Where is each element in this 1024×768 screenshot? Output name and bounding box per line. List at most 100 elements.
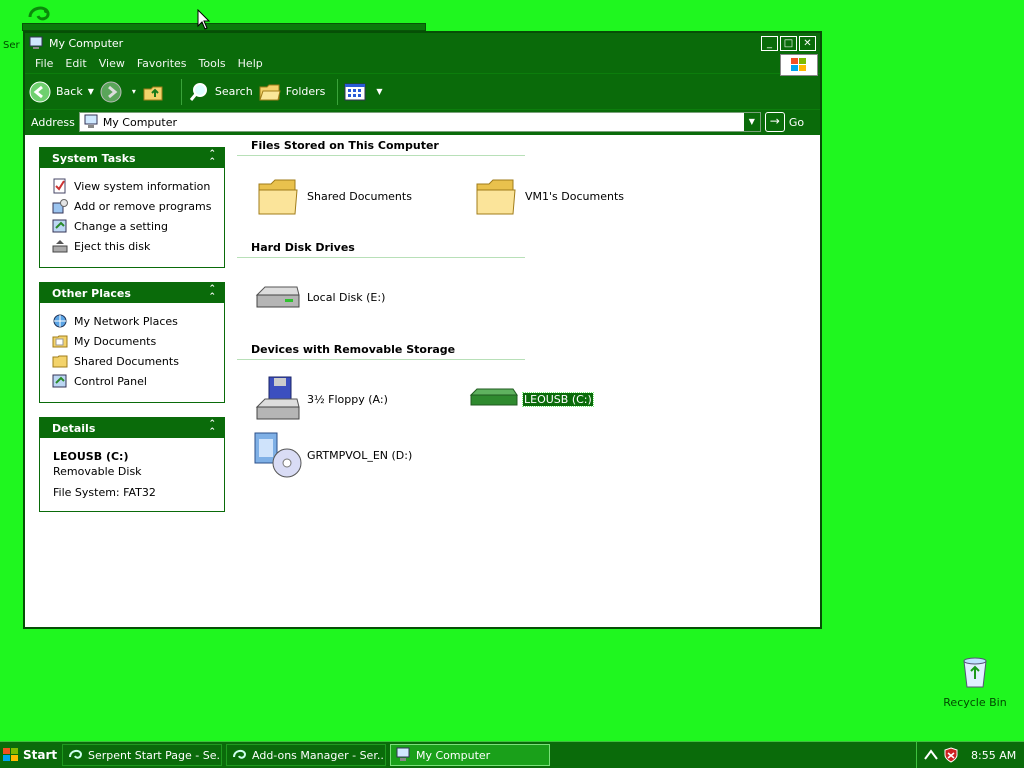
collapse-chevron-icon[interactable]: ⌃ ⌃ (208, 420, 216, 437)
recycle-bin-icon (958, 655, 992, 689)
item-label-selected: LEOUSB (C:) (522, 391, 594, 407)
computer-icon (29, 36, 43, 50)
task-label: Serpent Start Page - Se... (88, 748, 222, 762)
maximize-button[interactable]: □ (780, 35, 797, 51)
up-folder-button[interactable] (142, 81, 169, 103)
add-remove-programs-icon (52, 198, 68, 214)
tray-network-icon[interactable] (923, 747, 939, 763)
other-places-panel: Other Places ⌃ ⌃ My Network Places My Doc… (39, 282, 225, 403)
leousb-c-item[interactable]: LEOUSB (C:) (469, 375, 594, 423)
system-tray: 8:55 AM (916, 742, 1024, 768)
my-network-places-link[interactable]: My Network Places (52, 311, 224, 331)
window-title: My Computer (49, 36, 124, 50)
search-label: Search (214, 85, 253, 98)
other-places-header[interactable]: Other Places ⌃ ⌃ (40, 283, 224, 303)
background-window-edge (22, 23, 426, 31)
address-label: Address (31, 115, 75, 129)
vm1-documents-item[interactable]: VM1's Documents (471, 172, 624, 220)
control-panel-link[interactable]: Control Panel (52, 371, 224, 391)
start-button[interactable]: Start (2, 744, 58, 767)
forward-button[interactable]: ▾ (100, 81, 136, 103)
menu-tools[interactable]: Tools (199, 57, 226, 70)
taskbar-item-addons-manager[interactable]: Add-ons Manager - Ser... (226, 744, 386, 766)
section-removable-storage: Devices with Removable Storage (237, 343, 525, 360)
section-hard-disk-drives: Hard Disk Drives (237, 241, 525, 258)
details-drive-type: Removable Disk (53, 465, 142, 478)
link-label: View system information (74, 179, 211, 193)
chevron-down-icon: ▼ (376, 87, 383, 96)
grtmpvol-d-item[interactable]: GRTMPVOL_EN (D:) (253, 431, 412, 479)
back-button[interactable]: Back ▼ (29, 81, 94, 103)
back-label: Back (56, 85, 83, 98)
system-info-icon (52, 178, 68, 194)
address-input[interactable]: My Computer ▼ (78, 112, 761, 132)
menu-file[interactable]: File (35, 57, 53, 70)
task-label: My Computer (416, 748, 491, 762)
change-setting-link[interactable]: Change a setting (52, 216, 224, 236)
taskbar-item-serpent-start[interactable]: Serpent Start Page - Se... (62, 744, 222, 766)
menu-view[interactable]: View (99, 57, 125, 70)
folder-icon (52, 353, 68, 369)
item-label: Shared Documents (307, 189, 412, 203)
shared-documents-item[interactable]: Shared Documents (253, 172, 412, 220)
search-icon (188, 81, 210, 103)
add-remove-programs-link[interactable]: Add or remove programs (52, 196, 224, 216)
minimize-button[interactable]: _ (761, 35, 778, 51)
start-label: Start (23, 748, 58, 762)
forward-arrow-icon (100, 81, 122, 103)
collapse-chevron-icon[interactable]: ⌃ ⌃ (208, 285, 216, 302)
link-label: Eject this disk (74, 239, 151, 253)
item-label: 3½ Floppy (A:) (307, 392, 388, 406)
my-documents-link[interactable]: My Documents (52, 331, 224, 351)
address-dropdown-button[interactable]: ▼ (743, 113, 760, 131)
panel-title: Other Places (52, 286, 131, 300)
menu-edit[interactable]: Edit (65, 57, 86, 70)
clock[interactable]: 8:55 AM (971, 749, 1016, 762)
desktop-icon-label: Ser (3, 40, 20, 51)
folders-button[interactable]: Folders (258, 81, 325, 103)
collapse-chevron-icon[interactable]: ⌃ ⌃ (208, 150, 216, 167)
address-value: My Computer (102, 115, 177, 129)
folders-icon (258, 81, 281, 103)
close-button[interactable]: ✕ (799, 35, 816, 51)
recycle-bin-desktop-icon[interactable]: Recycle Bin (940, 655, 1010, 709)
network-places-icon (52, 313, 68, 329)
recycle-bin-label: Recycle Bin (943, 696, 1007, 709)
eject-icon (52, 238, 68, 254)
floppy-a-item[interactable]: 3½ Floppy (A:) (253, 375, 388, 423)
details-filesystem: File System: FAT32 (53, 486, 156, 499)
link-label: Change a setting (74, 219, 168, 233)
up-folder-icon (142, 81, 164, 103)
documents-folder-icon (52, 333, 68, 349)
search-button[interactable]: Search (188, 81, 253, 103)
section-files-stored: Files Stored on This Computer (237, 139, 525, 156)
system-tasks-header[interactable]: System Tasks ⌃ ⌃ (40, 148, 224, 168)
toolbar-separator (337, 78, 339, 105)
view-system-information-link[interactable]: View system information (52, 176, 224, 196)
taskbar-item-my-computer[interactable]: My Computer (390, 744, 550, 766)
link-label: Shared Documents (74, 354, 179, 368)
security-shield-icon[interactable] (943, 747, 959, 763)
content-area: System Tasks ⌃ ⌃ View system information … (25, 135, 820, 627)
standard-toolbar: Back ▼ ▾ Search Folders ▼ (25, 73, 820, 109)
local-disk-e-item[interactable]: Local Disk (E:) (253, 273, 385, 321)
title-bar[interactable]: My Computer _ □ ✕ (25, 33, 820, 53)
link-label: Control Panel (74, 374, 147, 388)
control-panel-icon (52, 373, 68, 389)
task-label: Add-ons Manager - Ser... (252, 748, 386, 762)
views-button[interactable]: ▼ (344, 81, 383, 103)
chevron-down-icon: ▾ (131, 87, 136, 96)
eject-disk-link[interactable]: Eject this disk (52, 236, 224, 256)
folder-icon (471, 172, 521, 220)
menu-help[interactable]: Help (238, 57, 263, 70)
shared-documents-link[interactable]: Shared Documents (52, 351, 224, 371)
address-bar: Address My Computer ▼ → Go (25, 109, 820, 134)
menu-favorites[interactable]: Favorites (137, 57, 187, 70)
details-panel: Details ⌃ ⌃ LEOUSB (C:) Removable Disk Fi… (39, 417, 225, 512)
details-header[interactable]: Details ⌃ ⌃ (40, 418, 224, 438)
computer-icon (395, 747, 411, 763)
go-button[interactable]: → Go (764, 112, 804, 132)
control-panel-icon (52, 218, 68, 234)
panel-title: System Tasks (52, 151, 136, 165)
serpent-icon (67, 747, 83, 763)
